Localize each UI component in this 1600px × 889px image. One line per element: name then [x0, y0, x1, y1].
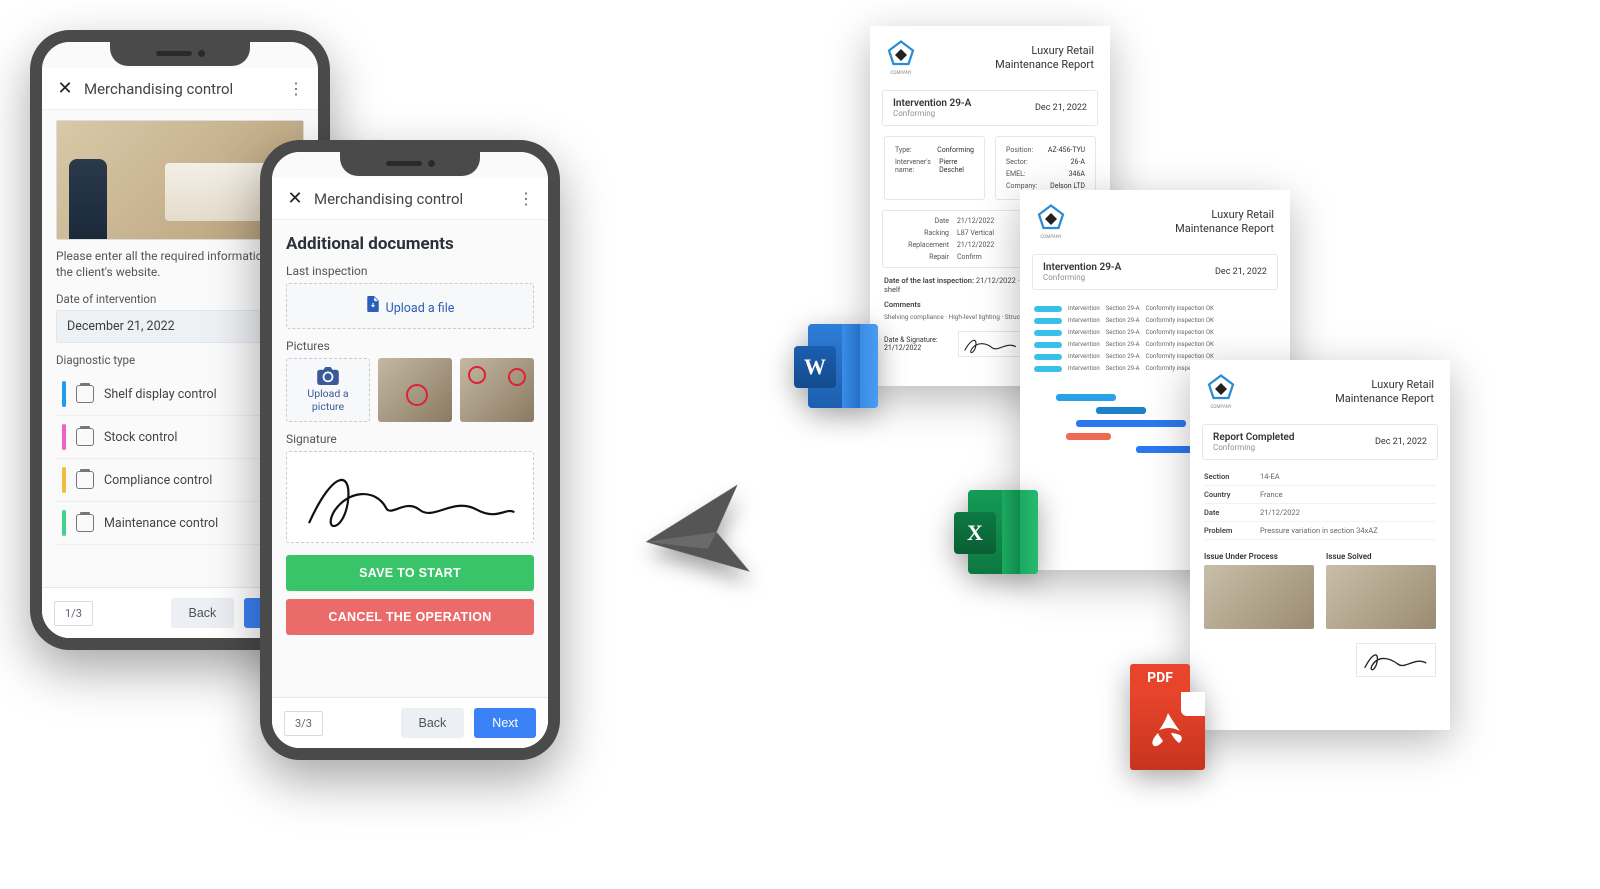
close-icon[interactable]: ✕: [284, 188, 306, 209]
signature-pad[interactable]: [286, 451, 534, 543]
send-arrow-icon: [633, 473, 758, 601]
page-indicator: 1/3: [54, 601, 93, 626]
camera-icon: [317, 367, 339, 385]
kebab-menu-icon[interactable]: ⋮: [286, 79, 306, 98]
screen-title: Merchandising control: [306, 190, 516, 208]
excel-icon: X: [968, 490, 1038, 574]
signature-mini: [958, 331, 1028, 357]
signature-final: [1356, 643, 1436, 677]
calendar-icon: [76, 514, 94, 532]
back-button[interactable]: Back: [401, 708, 465, 738]
screen-title: Merchandising control: [76, 80, 286, 98]
intervention-card: Intervention 29-AConformingDec 21, 2022: [882, 90, 1098, 126]
pictures-label: Pictures: [286, 339, 534, 353]
picture-thumb-2[interactable]: [460, 358, 534, 422]
word-icon: W: [808, 324, 878, 408]
company-logo-icon: [886, 40, 916, 70]
last-inspection-label: Last inspection: [286, 264, 534, 278]
kebab-menu-icon[interactable]: ⋮: [516, 189, 536, 208]
next-button[interactable]: Next: [474, 708, 536, 738]
wizard-footer: 3/3 Back Next: [272, 697, 548, 748]
phone-mockup-2: ✕ Merchandising control ⋮ Additional doc…: [260, 140, 560, 760]
company-logo-icon: [1036, 204, 1066, 234]
app-bar: ✕ Merchandising control ⋮: [272, 178, 548, 220]
phone-notch: [340, 150, 480, 176]
report-title: Luxury RetailMaintenance Report: [1175, 208, 1274, 236]
app-bar: ✕ Merchandising control ⋮: [42, 68, 318, 110]
pdf-icon: PDF: [1130, 664, 1222, 770]
signature-stroke: [295, 460, 525, 537]
upload-file-dropzone[interactable]: Upload a file: [286, 283, 534, 329]
upload-picture-button[interactable]: Upload a picture: [286, 358, 370, 422]
report-title: Luxury RetailMaintenance Report: [995, 44, 1094, 72]
company-logo-icon: [1206, 374, 1236, 404]
calendar-icon: [76, 471, 94, 489]
cancel-button[interactable]: CANCEL THE OPERATION: [286, 599, 534, 635]
report-title: Luxury RetailMaintenance Report: [1335, 378, 1434, 406]
issue-photos: [1190, 565, 1450, 629]
save-button[interactable]: SAVE TO START: [286, 555, 534, 591]
calendar-icon: [76, 385, 94, 403]
file-upload-icon: [366, 296, 380, 316]
page-indicator: 3/3: [284, 711, 323, 736]
picture-thumb-1[interactable]: [378, 358, 452, 422]
section-heading: Additional documents: [286, 234, 534, 254]
calendar-icon: [76, 428, 94, 446]
signature-label: Signature: [286, 432, 534, 446]
pictures-row: Upload a picture: [286, 358, 534, 422]
adobe-glyph-icon: [1148, 709, 1188, 753]
report-page-3: COMPANY Luxury RetailMaintenance Report …: [1190, 360, 1450, 730]
back-button[interactable]: Back: [171, 598, 235, 628]
phone-notch: [110, 40, 250, 66]
close-icon[interactable]: ✕: [54, 78, 76, 99]
